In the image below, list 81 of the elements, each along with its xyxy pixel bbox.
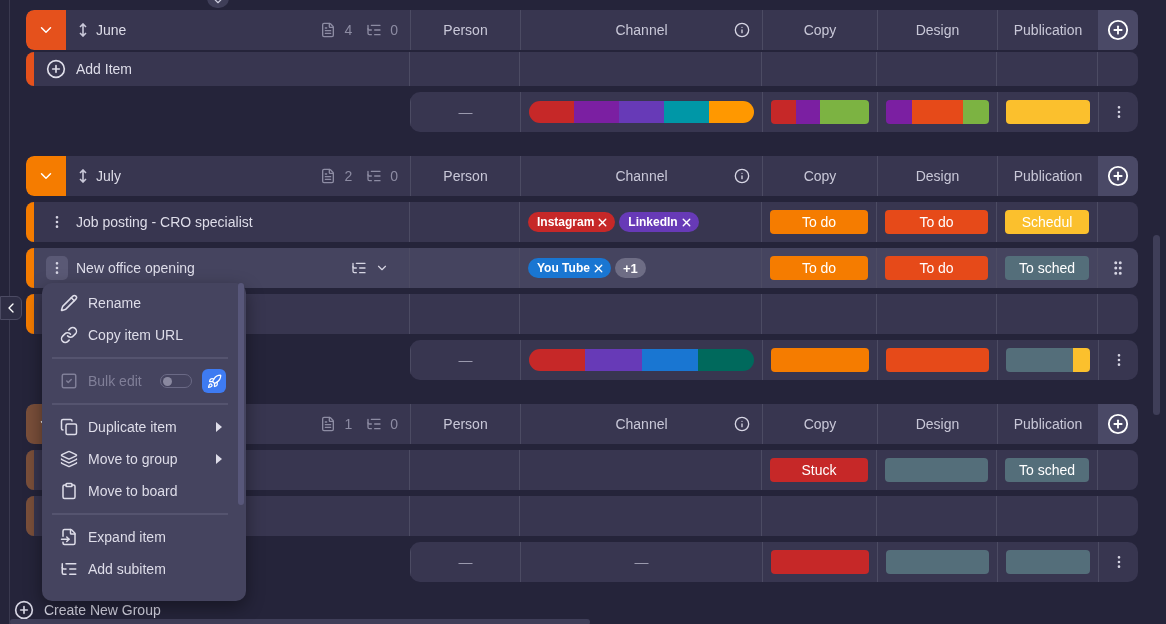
channel-tag[interactable]: Instagram	[528, 212, 616, 232]
checkbox-icon	[60, 372, 78, 390]
document-icon	[320, 416, 337, 432]
column-header[interactable]: Publication	[1013, 416, 1083, 432]
menu-item[interactable]: Move to group	[50, 443, 230, 475]
status-label[interactable]: To sched	[1005, 458, 1089, 482]
column-header[interactable]: Person	[443, 22, 488, 38]
column-header[interactable]: Publication	[1013, 168, 1083, 184]
subitem-icon	[60, 560, 78, 578]
menu-item[interactable]: Duplicate item	[50, 411, 230, 443]
column-header[interactable]: Design	[915, 22, 960, 38]
scrollbar[interactable]	[10, 619, 590, 624]
add-subitem-icon[interactable]	[351, 260, 367, 276]
document-icon	[320, 168, 337, 184]
item-name[interactable]: Job posting - CRO specialist	[76, 214, 253, 230]
copy-icon	[60, 418, 78, 436]
status-label[interactable]: To do	[885, 256, 988, 280]
menu-item[interactable]: Expand item	[50, 521, 230, 553]
add-item-button[interactable]: Add Item	[46, 59, 133, 79]
add-column-button[interactable]	[1098, 156, 1138, 196]
subitem-count: 0	[390, 22, 398, 38]
info-icon[interactable]	[734, 416, 750, 432]
rocket-icon	[206, 373, 222, 389]
empty-summary: —	[458, 554, 473, 570]
info-icon[interactable]	[734, 168, 750, 184]
item-count: 4	[344, 22, 353, 38]
column-header[interactable]: Publication	[1013, 22, 1083, 38]
menu-item[interactable]: Rename	[50, 287, 230, 319]
add-icon	[1107, 19, 1129, 41]
add-icon	[1107, 413, 1129, 435]
column-header[interactable]: Channel	[615, 168, 668, 184]
clipboard-icon	[60, 482, 78, 500]
group-name[interactable]: July	[96, 168, 121, 184]
column-header[interactable]: Person	[443, 168, 488, 184]
info-icon[interactable]	[734, 22, 750, 38]
column-header[interactable]: Copy	[803, 416, 837, 432]
more-tags-badge[interactable]: +1	[614, 258, 646, 278]
column-header[interactable]: Copy	[803, 168, 837, 184]
document-icon	[60, 528, 78, 546]
empty-summary: —	[458, 352, 473, 368]
column-header[interactable]: Person	[443, 416, 488, 432]
group-name[interactable]: June	[96, 22, 127, 38]
link-icon	[60, 326, 78, 344]
column-header[interactable]: Channel	[615, 22, 668, 38]
item-count: 1	[344, 416, 353, 432]
column-header[interactable]: Design	[915, 168, 960, 184]
menu-item[interactable]: Add subitem	[50, 553, 230, 585]
item-count: 2	[344, 168, 353, 184]
subitem-icon	[366, 416, 383, 432]
item-name[interactable]: New office opening	[76, 260, 195, 276]
channel-tag[interactable]: You Tube	[528, 258, 611, 278]
status-label[interactable]: To do	[885, 210, 988, 234]
status-label[interactable]: Stuck	[770, 458, 868, 482]
create-group-button[interactable]: Create New Group	[14, 600, 161, 620]
pencil-icon	[60, 294, 78, 312]
subitem-icon	[366, 168, 383, 184]
item-menu-button[interactable]	[46, 256, 68, 280]
add-column-button[interactable]	[1098, 10, 1138, 50]
collapse-sidebar-button[interactable]	[0, 296, 22, 320]
empty-summary: —	[634, 554, 649, 570]
status-label[interactable]: To sched	[1005, 256, 1089, 280]
subitem-count: 0	[390, 416, 398, 432]
menu-item[interactable]: Move to board	[50, 475, 230, 507]
drag-handle-icon[interactable]	[78, 23, 88, 37]
add-icon	[46, 59, 66, 79]
channel-tag[interactable]: LinkedIn	[619, 212, 699, 232]
layers-icon	[60, 450, 78, 468]
scrollbar[interactable]	[238, 283, 244, 505]
document-icon	[320, 22, 337, 38]
scrollbar[interactable]	[1153, 235, 1160, 415]
empty-summary: —	[458, 104, 473, 120]
add-icon	[14, 600, 34, 620]
add-icon	[1107, 165, 1129, 187]
menu-item[interactable]: Copy item URL	[50, 319, 230, 351]
add-column-button[interactable]	[1098, 404, 1138, 444]
column-header[interactable]: Channel	[615, 416, 668, 432]
subitem-icon	[366, 22, 383, 38]
subitem-count: 0	[390, 168, 398, 184]
column-header[interactable]: Design	[915, 416, 960, 432]
drag-handle-icon[interactable]	[78, 169, 88, 183]
column-header[interactable]: Copy	[803, 22, 837, 38]
